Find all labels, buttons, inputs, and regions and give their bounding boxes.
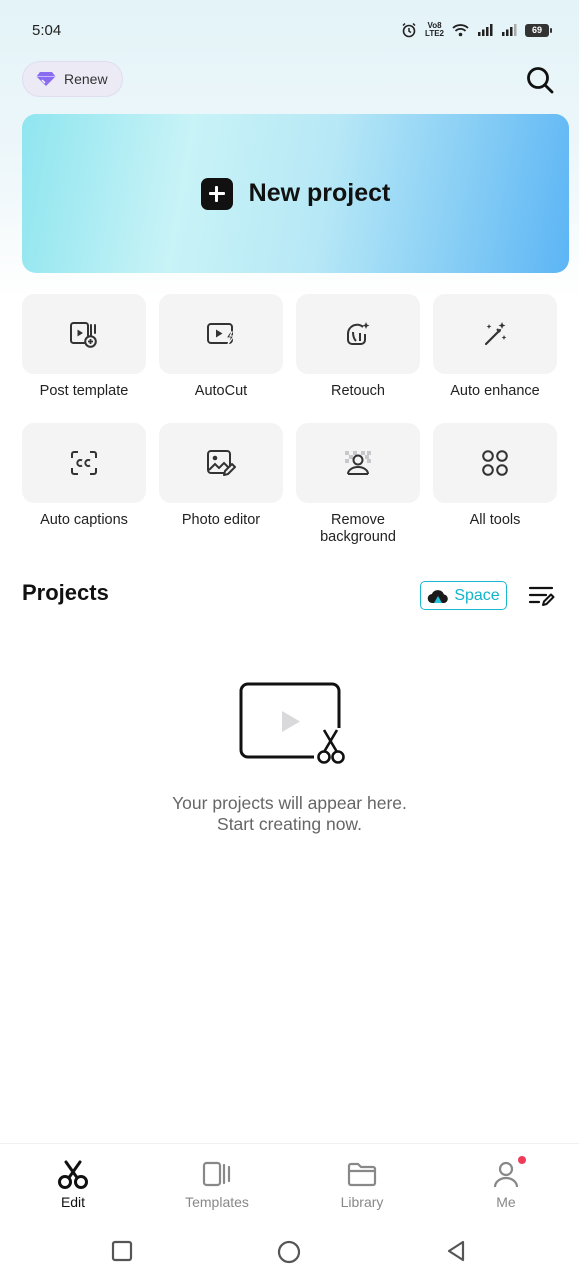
nav-edit[interactable]: Edit [23,1158,123,1210]
bottom-nav: Edit Templates Library Me [0,1143,579,1223]
empty-projects-illustration [239,682,350,764]
post-template-icon [70,322,97,348]
tool-label: Retouch [330,383,385,399]
tool-label: Photo editor [181,512,261,528]
retouch-icon [346,322,370,345]
recent-apps-icon[interactable] [111,1240,133,1262]
empty-state-message: Your projects will appear here. Start cr… [0,793,579,835]
empty-state-line1: Your projects will appear here. [172,793,407,813]
space-label: Space [454,586,500,604]
home-icon[interactable] [277,1240,301,1264]
tool-box [433,423,557,503]
edit-list-button[interactable] [528,584,556,608]
tool-all-tools[interactable]: All tools [432,423,558,529]
back-icon[interactable] [445,1240,467,1262]
folder-icon [347,1162,377,1187]
search-button[interactable] [524,64,556,96]
wifi-icon [452,24,469,37]
nav-label: Edit [60,1194,86,1210]
remove-background-icon [345,451,371,475]
tool-label: All tools [469,512,521,528]
tool-auto-captions[interactable]: Auto captions [21,423,147,529]
alarm-icon [402,22,416,38]
notification-dot [518,1156,526,1164]
nav-label: Templates [185,1194,249,1210]
scissors-icon [58,1160,88,1189]
signal-icon-sim2 [502,24,517,36]
tool-retouch[interactable]: Retouch [295,294,421,400]
system-nav-bar [0,1226,579,1280]
tool-box [22,294,146,374]
grid-icon [482,450,508,476]
space-button[interactable]: Space [420,581,507,610]
nav-library[interactable]: Library [312,1158,412,1210]
status-time: 5:04 [32,22,62,39]
tool-box [159,294,283,374]
new-project-button[interactable]: New project [22,114,569,273]
person-icon [493,1161,519,1188]
captions-icon [71,451,97,475]
tool-box [433,294,557,374]
tool-label: Post template [39,383,129,399]
cloud-icon [428,589,449,603]
status-icons: Vo8 LTE2 69 [401,21,552,38]
tool-label: Remove background [320,512,396,545]
autocut-icon [207,323,236,345]
new-project-label: New project [248,179,391,207]
templates-icon [202,1161,231,1187]
tool-remove-background[interactable]: Remove background [295,423,421,546]
nav-templates[interactable]: Templates [167,1158,267,1210]
tool-auto-enhance[interactable]: Auto enhance [432,294,558,400]
tool-autocut[interactable]: AutoCut [158,294,284,400]
search-icon [527,67,554,94]
photo-edit-icon [207,450,236,476]
tool-label: AutoCut [194,383,248,399]
projects-title: Projects [22,580,109,605]
list-edit-icon [528,586,555,606]
status-bar: 5:04 Vo8 LTE2 69 [0,0,579,60]
battery-icon: 69 [525,23,552,37]
renew-button[interactable]: Renew [22,61,123,97]
empty-state-line2: Start creating now. [217,814,362,834]
tool-post-template[interactable]: Post template [21,294,147,400]
tool-box [159,423,283,503]
tool-box [296,423,420,503]
tool-box [296,294,420,374]
tool-photo-editor[interactable]: Photo editor [158,423,284,529]
nav-me[interactable]: Me [456,1158,556,1210]
renew-label: Renew [64,71,108,87]
nav-label: Library [340,1194,384,1210]
plus-icon [200,177,233,210]
gem-icon [36,72,56,86]
tool-label: Auto enhance [450,383,540,399]
signal-icon-sim1 [478,24,493,36]
nav-label: Me [496,1194,516,1210]
magic-wand-icon [484,322,507,346]
volte-indicator: Vo8 LTE2 [425,21,444,38]
tool-label: Auto captions [40,512,128,528]
tool-box [22,423,146,503]
